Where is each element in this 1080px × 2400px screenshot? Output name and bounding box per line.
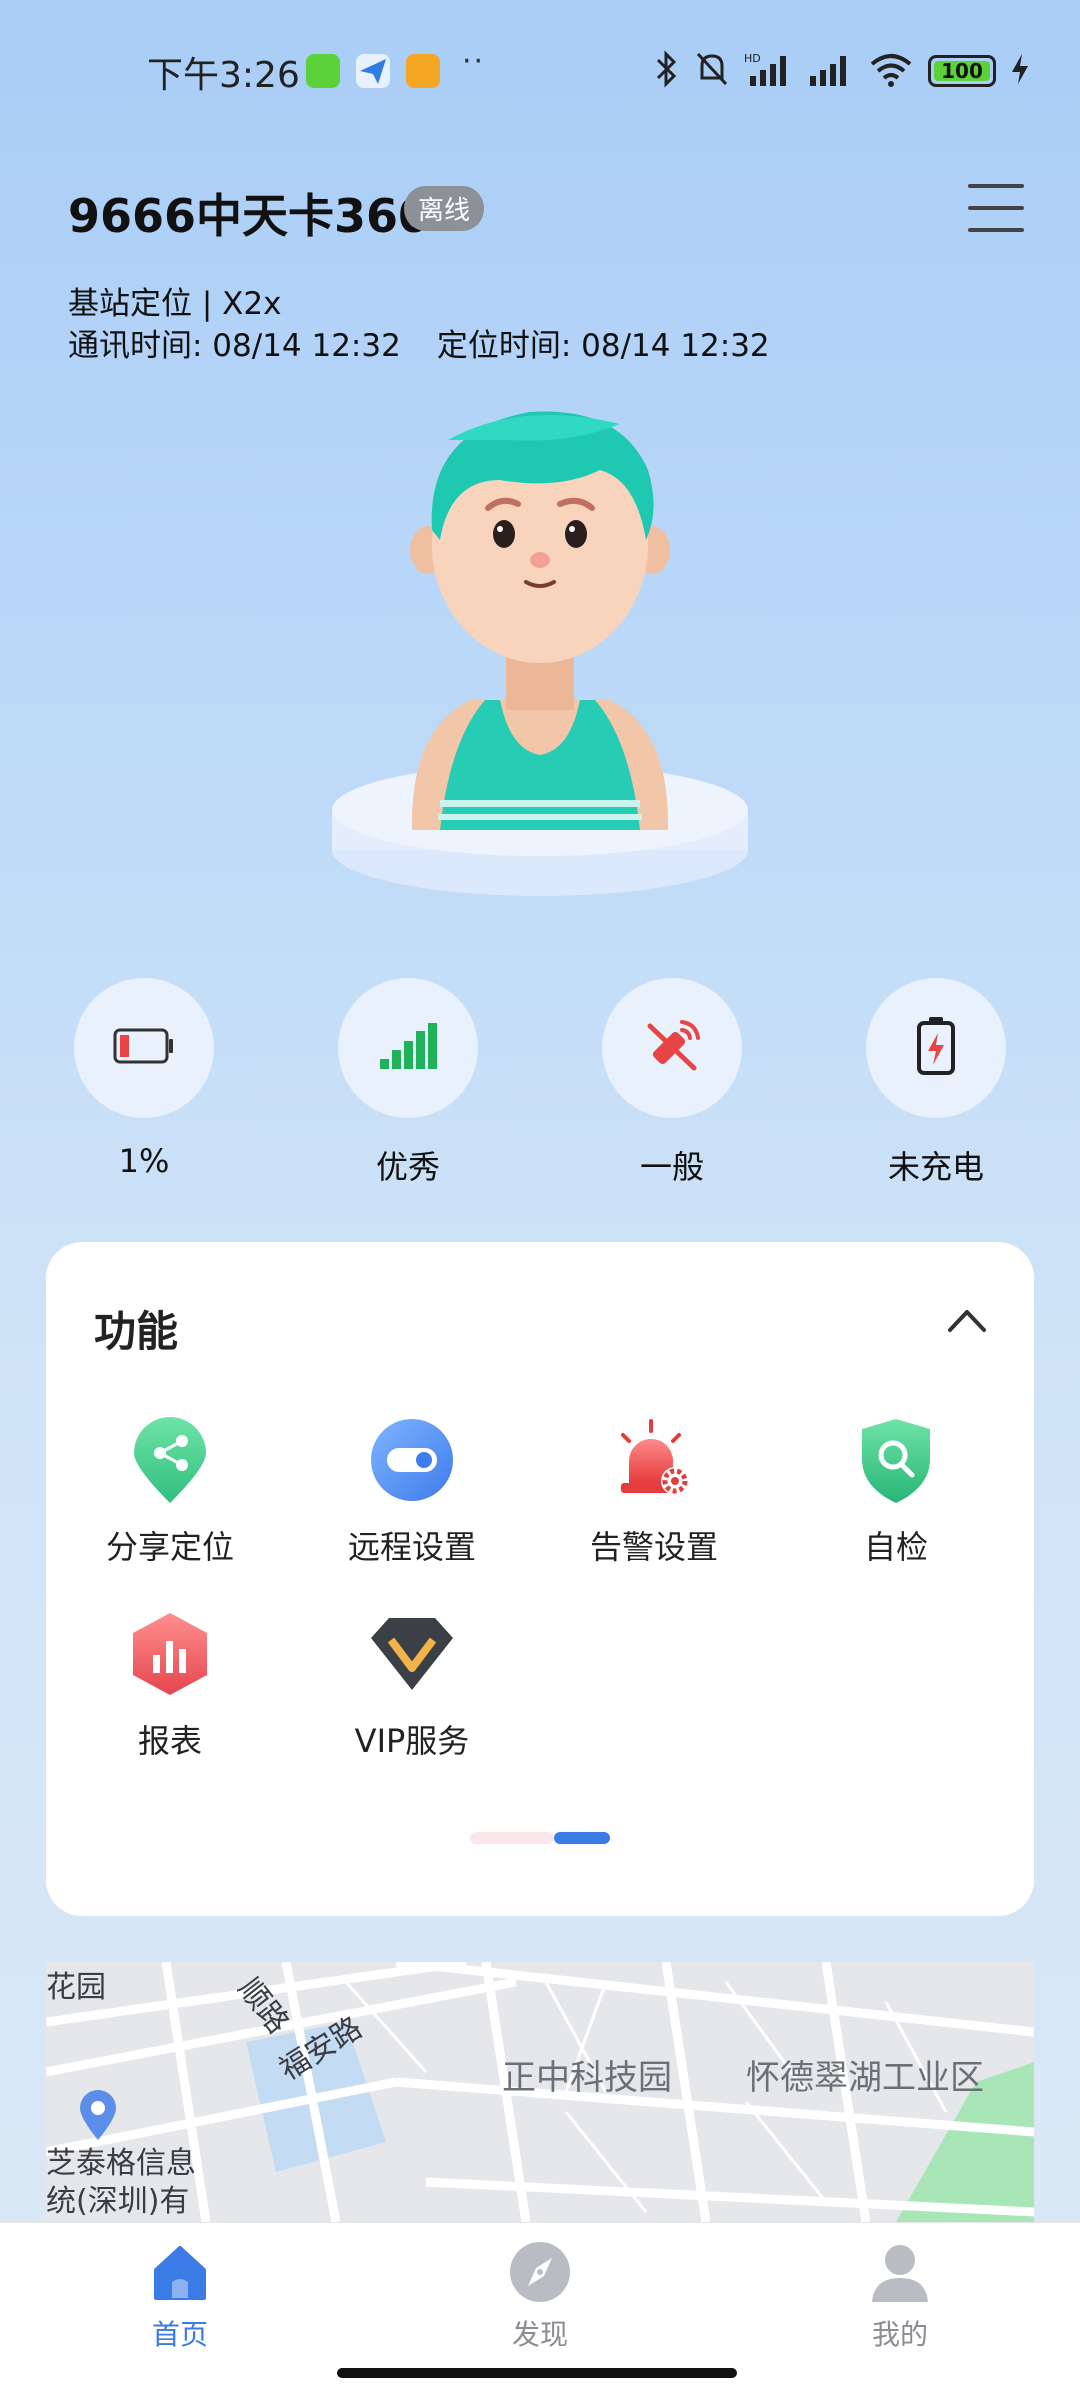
remote-settings-label: 远程设置 [347,1528,476,1566]
compass-icon [505,2237,575,2307]
time-info: 通讯时间: 08/14 12:32 定位时间: 08/14 12:32 [68,320,770,365]
menu-button[interactable] [968,184,1024,232]
orange-note-app-icon [406,54,440,88]
nav-profile[interactable]: 我的 [820,2237,980,2353]
function-card: 功能 分享定位 远程设置 告警设置 自检 报表 VIP服务 [46,1242,1034,1916]
bottom-nav: 首页 发现 我的 [0,2222,1080,2400]
profile-icon [865,2237,935,2307]
bluetooth-icon [654,50,680,92]
device-name: 9666中天卡360 [68,189,431,243]
location-type: 基站定位 | X2x [68,286,282,322]
nav-discover[interactable]: 发现 [460,2237,620,2353]
alarm-settings-label: 告警设置 [589,1528,718,1566]
not-charging-icon [916,1015,956,1081]
blue-plane-app-icon [356,54,390,88]
home-icon [145,2237,215,2307]
wifi-icon [868,50,914,92]
device-avatar [320,400,760,920]
chevron-up-icon [942,1310,992,1344]
page-dot-1[interactable] [470,1832,554,1844]
charging-icon [1010,52,1030,90]
gps-off-icon [642,1016,702,1080]
share-location-icon [120,1410,220,1510]
nav-home-label: 首页 [151,2318,208,2351]
status-time: 下午3:26 [147,55,300,96]
collapse-button[interactable] [942,1300,992,1340]
remote-settings-button[interactable]: 远程设置 [312,1410,512,1568]
status-badge: 离线 [404,186,485,231]
vip-service-label: VIP服务 [354,1722,470,1760]
toggle-icon [362,1410,462,1510]
share-location-label: 分享定位 [105,1528,234,1566]
shield-search-icon [846,1410,946,1510]
more-notifications-icon: ·· [462,44,486,79]
page-indicator [470,1832,610,1844]
hd-signal-icon: HD [744,50,794,92]
stat-battery: 1% [54,978,234,1180]
nav-discover-label: 发现 [511,2318,568,2351]
menu-icon [968,184,1024,188]
vip-service-button[interactable]: VIP服务 [312,1604,512,1762]
signal-bars-icon [378,1021,438,1075]
comm-time: 通讯时间: 08/14 12:32 [68,328,401,364]
report-button[interactable]: 报表 [70,1604,270,1762]
report-label: 报表 [137,1722,202,1760]
battery-icon: 100 [928,55,996,87]
charging-status: 未充电 [887,1148,984,1186]
share-location-button[interactable]: 分享定位 [70,1410,270,1568]
stat-gps: 一般 [582,978,762,1188]
home-indicator[interactable] [337,2368,737,2378]
device-stats: 1% 优秀 一般 未充电 [0,978,1080,1188]
function-title: 功能 [94,1307,179,1356]
locate-time: 定位时间: 08/14 12:32 [436,328,770,364]
battery-low-icon [113,1028,175,1068]
battery-level: 1% [118,1142,170,1180]
nav-profile-label: 我的 [871,2318,928,2351]
map-label-industrial-zone: 怀德翠湖工业区 [746,2058,984,2098]
status-bar: 下午3:26 ·· HD 100 [0,0,1080,140]
map-view[interactable]: 花园 顺路 福安路 正中科技园 怀德翠湖工业区 芝泰格信息 统(深圳)有 [46,1962,1034,2222]
system-icons: HD 100 [654,50,1030,92]
mute-bell-icon [694,50,730,92]
map-label-tech-park: 正中科技园 [502,2058,672,2098]
map-label-garden: 花园 [46,1970,106,2005]
alarm-settings-button[interactable]: 告警设置 [554,1410,754,1568]
map-label-company-2: 统(深圳)有 [46,2184,190,2219]
report-chart-icon [120,1604,220,1704]
alarm-settings-icon [604,1410,704,1510]
stat-signal: 优秀 [318,978,498,1188]
self-check-button[interactable]: 自检 [796,1410,996,1568]
signal-quality: 优秀 [375,1148,440,1186]
svg-text:HD: HD [744,52,761,65]
self-check-label: 自检 [863,1528,928,1566]
vip-diamond-icon [362,1604,462,1704]
gps-quality: 一般 [639,1148,704,1186]
green-app-icon [306,54,340,88]
page-dot-2-active[interactable] [554,1832,610,1844]
signal-icon [808,50,854,92]
nav-home[interactable]: 首页 [100,2237,260,2353]
stat-charging: 未充电 [846,978,1026,1188]
